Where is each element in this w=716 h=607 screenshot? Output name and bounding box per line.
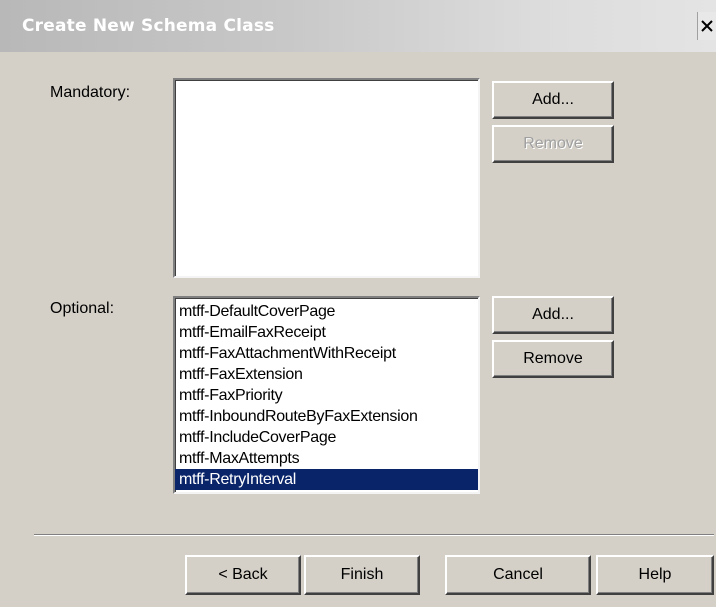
mandatory-remove-button: Remove bbox=[492, 125, 614, 163]
list-item[interactable]: mtff-IncludeCoverPage bbox=[175, 427, 478, 448]
back-button[interactable]: < Back bbox=[185, 555, 301, 595]
mandatory-listbox[interactable] bbox=[173, 78, 480, 278]
list-item[interactable]: mtff-InboundRouteByFaxExtension bbox=[175, 406, 478, 427]
window-title: Create New Schema Class bbox=[22, 16, 275, 36]
mandatory-label: Mandatory: bbox=[50, 84, 131, 101]
title-bar[interactable]: Create New Schema Class bbox=[0, 0, 716, 52]
list-item[interactable]: mtff-RetryInterval bbox=[175, 469, 478, 490]
list-item[interactable]: mtff-EmailFaxReceipt bbox=[175, 322, 478, 343]
separator bbox=[34, 534, 714, 536]
close-button[interactable] bbox=[697, 12, 716, 40]
list-item[interactable]: mtff-DefaultCoverPage bbox=[175, 301, 478, 322]
optional-label: Optional: bbox=[50, 300, 115, 317]
optional-listbox[interactable]: mtff-DefaultCoverPage mtff-EmailFaxReceip… bbox=[173, 296, 480, 494]
list-item[interactable]: mtff-FaxPriority bbox=[175, 385, 478, 406]
finish-button[interactable]: Finish bbox=[304, 555, 420, 595]
help-button[interactable]: Help bbox=[596, 555, 714, 595]
cancel-button[interactable]: Cancel bbox=[445, 555, 591, 595]
list-item[interactable]: mtff-FaxExtension bbox=[175, 364, 478, 385]
list-item[interactable]: mtff-MaxAttempts bbox=[175, 448, 478, 469]
optional-add-button[interactable]: Add... bbox=[492, 296, 614, 334]
optional-remove-button[interactable]: Remove bbox=[492, 340, 614, 378]
list-item[interactable]: mtff-FaxAttachmentWithReceipt bbox=[175, 343, 478, 364]
create-schema-class-dialog: Create New Schema Class Mandatory: Add..… bbox=[0, 0, 716, 607]
close-icon bbox=[701, 20, 713, 32]
mandatory-add-button[interactable]: Add... bbox=[492, 81, 614, 119]
